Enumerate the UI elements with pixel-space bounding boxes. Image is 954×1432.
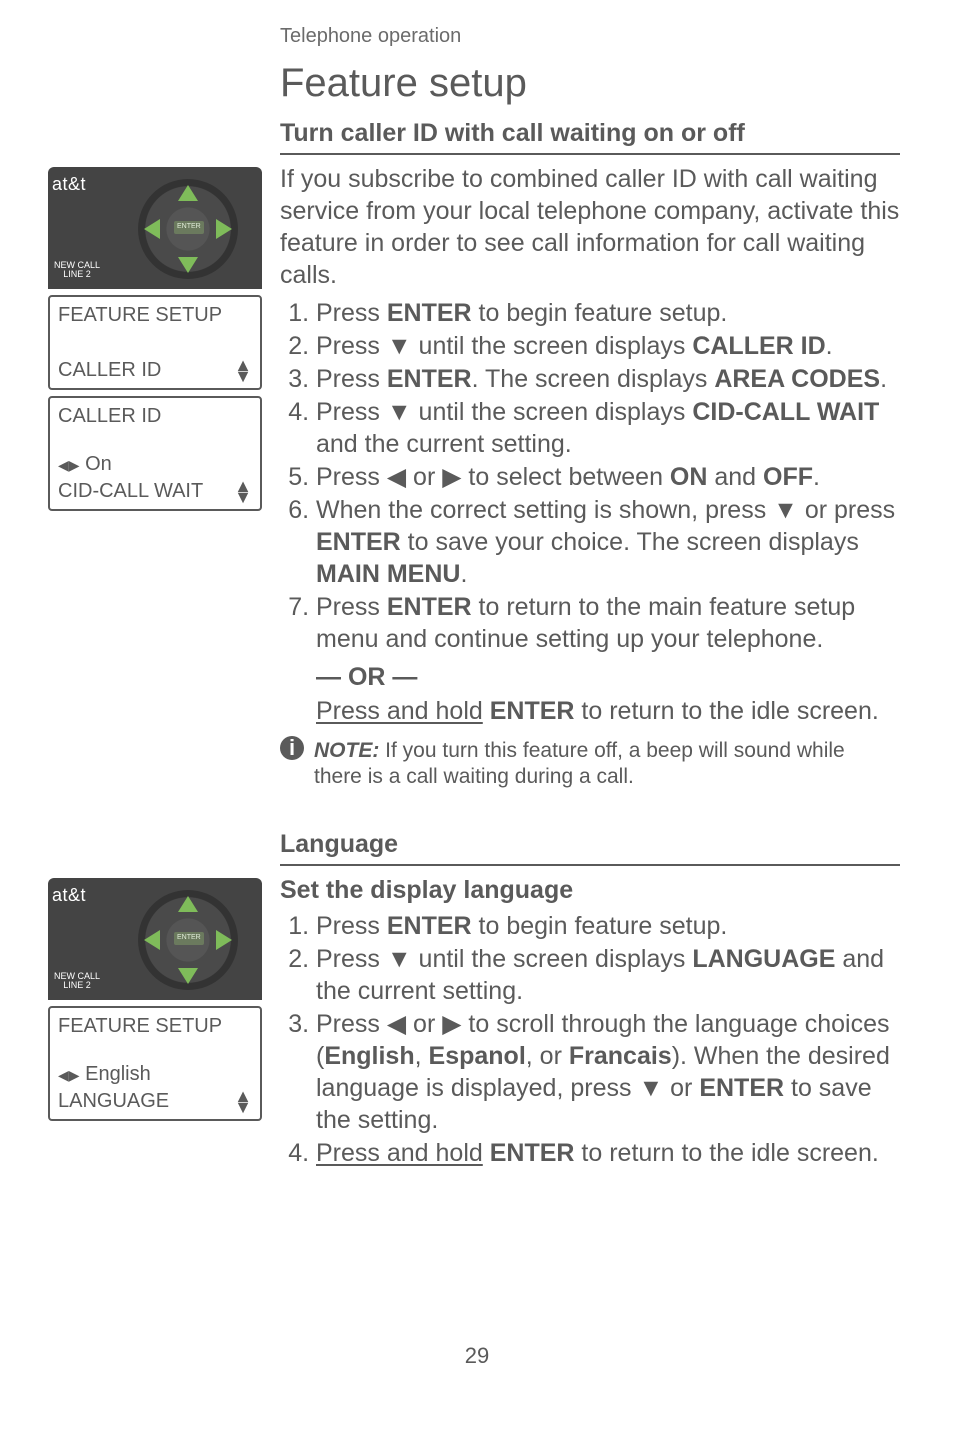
nav-left-icon xyxy=(144,930,160,950)
up-down-icon: ▲▼ xyxy=(234,481,252,503)
up-down-icon: ▲▼ xyxy=(234,1091,252,1113)
lcd-line: CID-CALL WAIT xyxy=(58,479,203,505)
lcd-line: FEATURE SETUP xyxy=(58,303,252,329)
lcd-line: CALLER ID xyxy=(58,404,252,430)
category-label: Telephone operation xyxy=(280,24,900,50)
lcd-line: CALLER ID xyxy=(58,358,161,384)
nav-left-icon xyxy=(144,219,160,239)
steps-list-cid: Press ENTER to begin feature setup. Pres… xyxy=(280,297,900,727)
phone-illustration: at&t NEW CALLLINE 2 xyxy=(48,167,262,289)
up-down-icon: ▲▼ xyxy=(234,360,252,382)
step: Press ▼ until the screen displays CALLER… xyxy=(316,330,900,362)
left-right-icon: ◀▶ xyxy=(58,1067,80,1083)
nav-right-icon xyxy=(216,219,232,239)
nav-up-icon xyxy=(178,896,198,912)
nav-down-icon xyxy=(178,968,198,984)
step: Press ◀ or ▶ to select between ON and OF… xyxy=(316,461,900,493)
page-title: Feature setup xyxy=(280,58,900,109)
step: Press ◀ or ▶ to scroll through the langu… xyxy=(316,1008,900,1136)
info-icon: i xyxy=(280,736,304,760)
lcd-screen-language: FEATURE SETUP ◀▶ English LANGUAGE ▲▼ xyxy=(48,1006,262,1121)
note-text: If you turn this feature off, a beep wil… xyxy=(314,739,845,788)
nav-down-icon xyxy=(178,257,198,273)
step: Press ▼ until the screen displays CID-CA… xyxy=(316,396,900,460)
note-block: i NOTE: If you turn this feature off, a … xyxy=(280,738,900,791)
lcd-screen-caller-id: CALLER ID ◀▶ On CID-CALL WAIT ▲▼ xyxy=(48,396,262,511)
step: Press and hold ENTER to return to the id… xyxy=(316,1137,900,1169)
step: Press ENTER to return to the main featur… xyxy=(316,591,900,727)
section-heading-cid: Turn caller ID with call waiting on or o… xyxy=(280,117,900,155)
lcd-line: FEATURE SETUP xyxy=(58,1014,252,1040)
step: Press ENTER to begin feature setup. xyxy=(316,297,900,329)
note-label: NOTE: xyxy=(314,739,379,762)
line-button-label: NEW CALLLINE 2 xyxy=(54,972,100,990)
phone-illustration: at&t NEW CALLLINE 2 xyxy=(48,878,262,1000)
page-number: 29 xyxy=(0,1342,954,1370)
nav-right-icon xyxy=(216,930,232,950)
lcd-line: On xyxy=(85,453,112,475)
left-right-icon: ◀▶ xyxy=(58,457,80,473)
step: Press ENTER. The screen displays AREA CO… xyxy=(316,363,900,395)
navigation-dpad xyxy=(138,890,238,990)
subsection-heading: Set the display language xyxy=(280,874,900,906)
brand-logo: at&t xyxy=(52,173,86,196)
lcd-screen-feature-setup: FEATURE SETUP CALLER ID ▲▼ xyxy=(48,295,262,390)
intro-paragraph: If you subscribe to combined caller ID w… xyxy=(280,163,900,291)
step: Press ▼ until the screen displays LANGUA… xyxy=(316,943,900,1007)
nav-up-icon xyxy=(178,185,198,201)
lcd-line: English xyxy=(85,1063,151,1085)
line-button-label: NEW CALLLINE 2 xyxy=(54,261,100,279)
navigation-dpad xyxy=(138,179,238,279)
steps-list-language: Press ENTER to begin feature setup. Pres… xyxy=(280,910,900,1169)
or-divider: — OR — xyxy=(316,661,900,693)
step: Press ENTER to begin feature setup. xyxy=(316,910,900,942)
brand-logo: at&t xyxy=(52,884,86,907)
lcd-line: LANGUAGE xyxy=(58,1089,169,1115)
section-heading-language: Language xyxy=(280,828,900,866)
step: When the correct setting is shown, press… xyxy=(316,494,900,590)
